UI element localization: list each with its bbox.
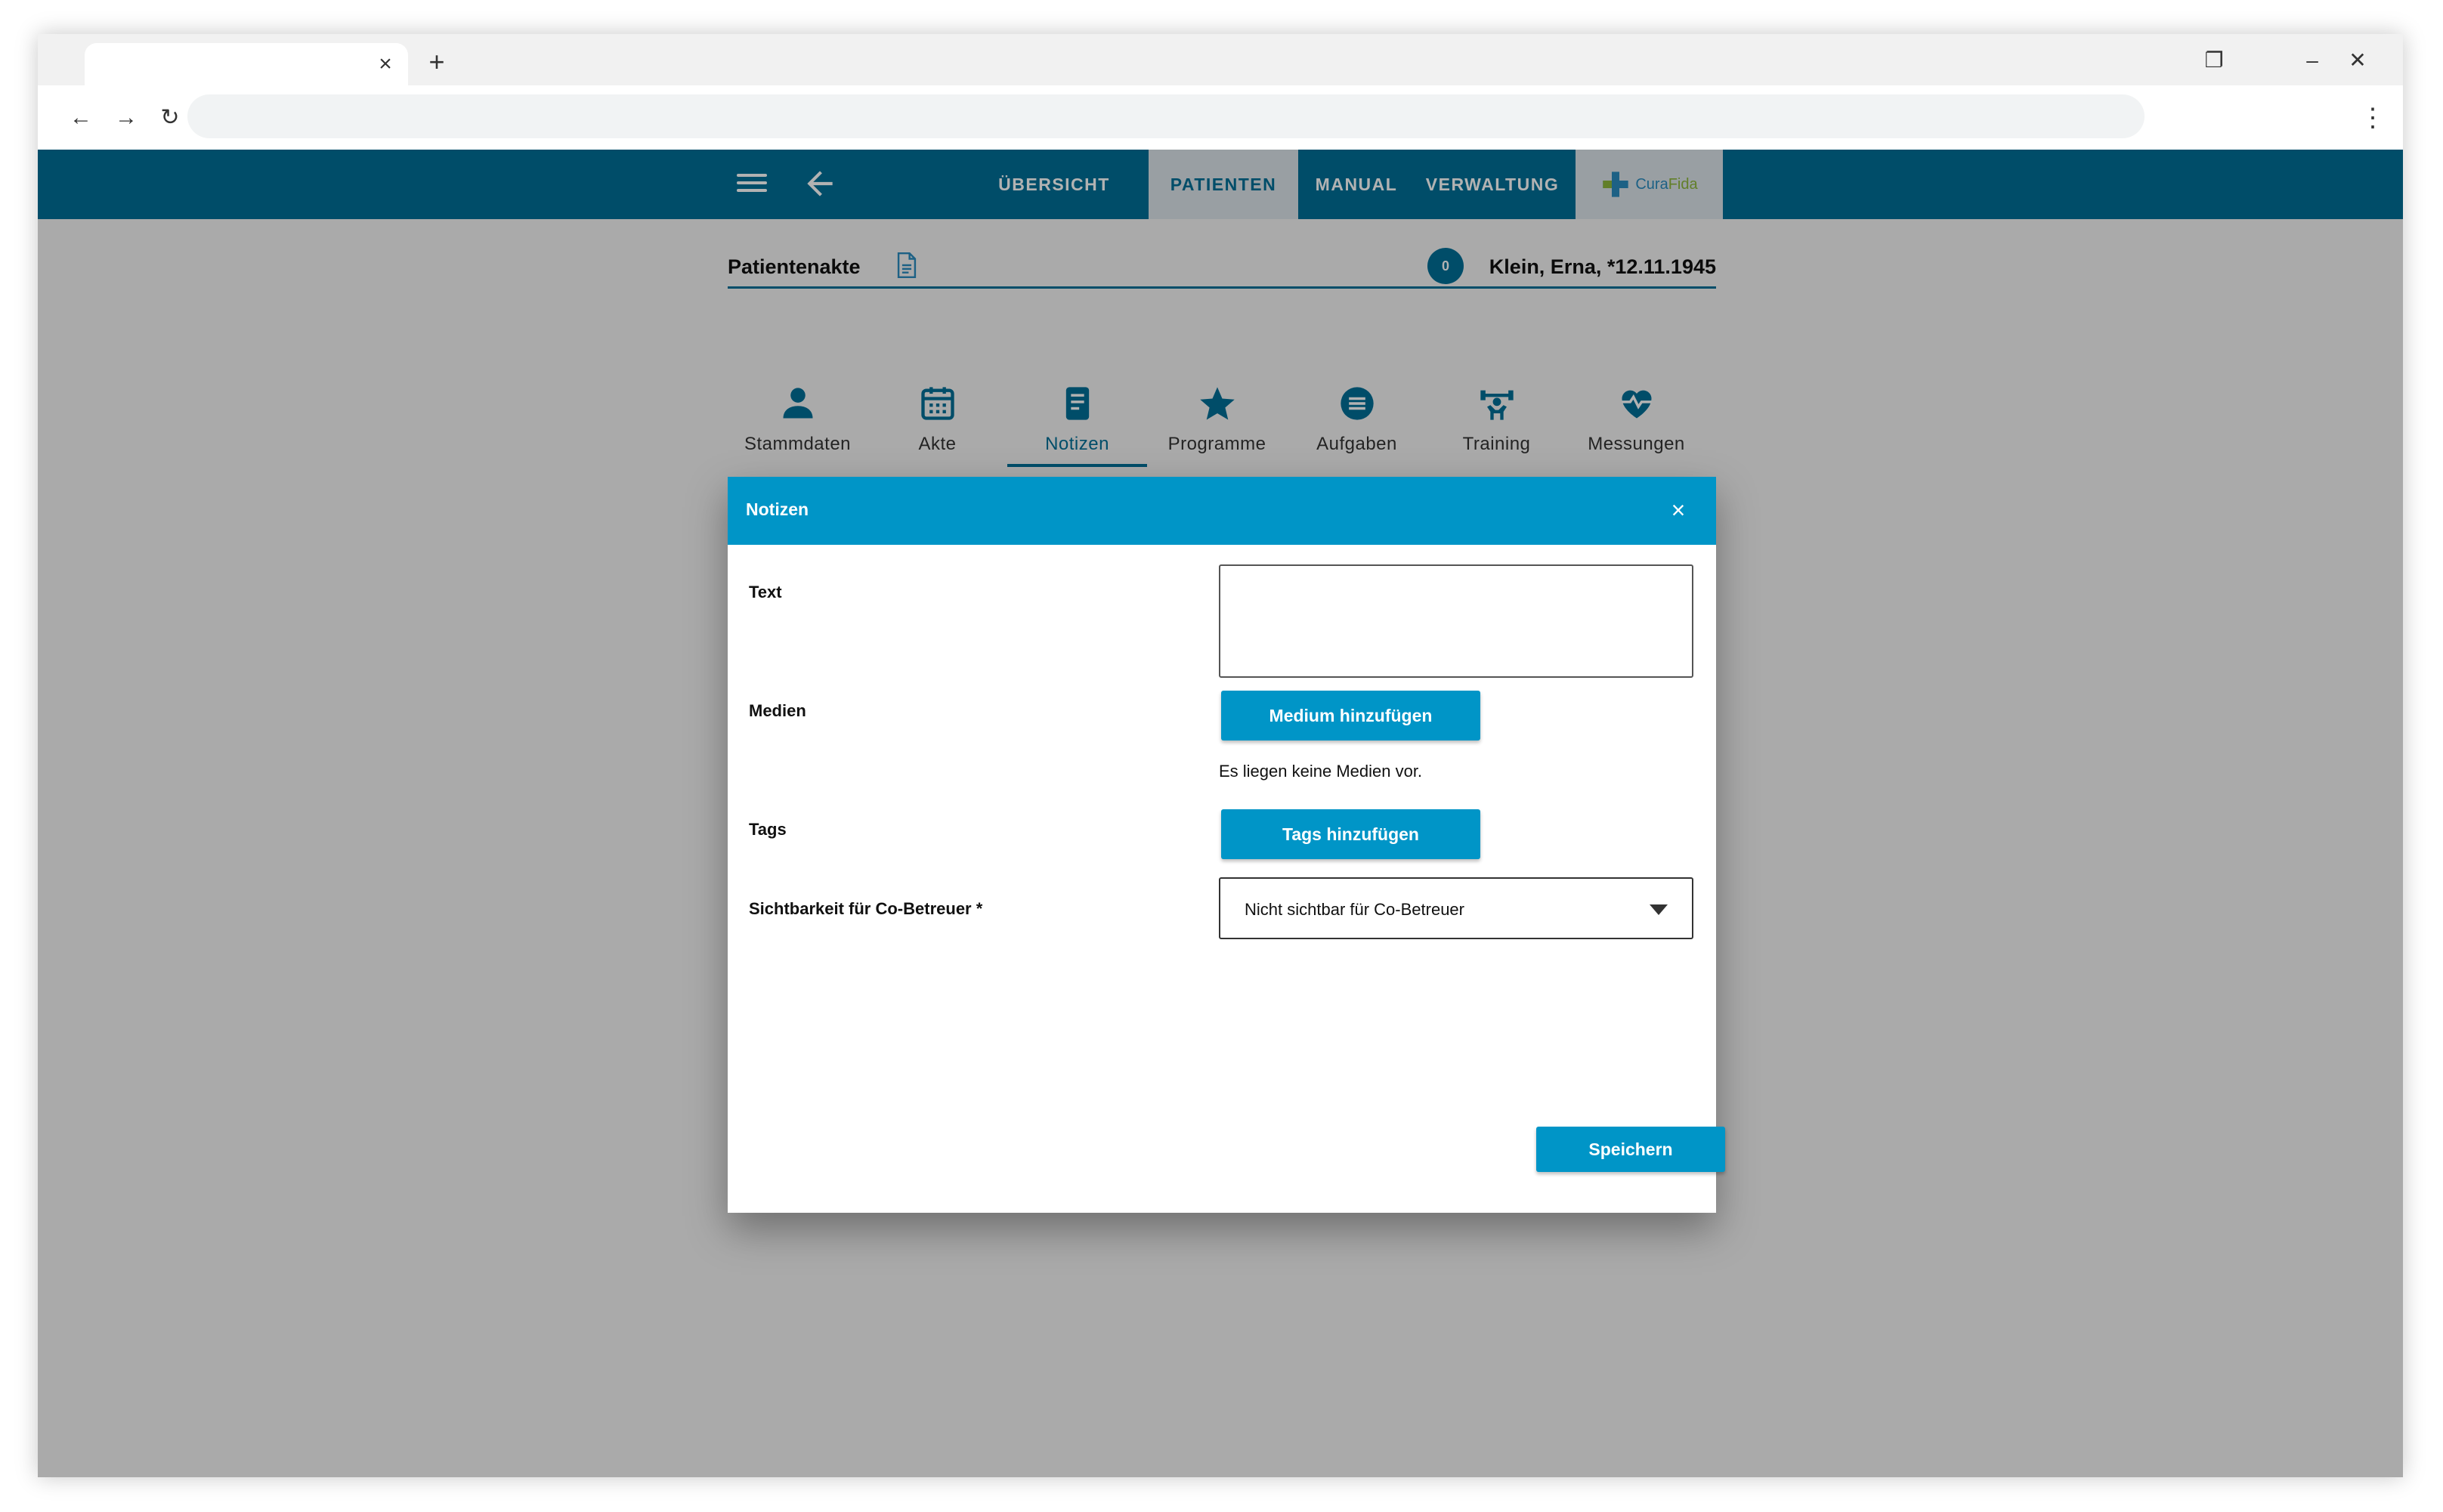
dialog-title: Notizen [746,499,809,519]
address-bar: ← → ↻ ⋮ [38,85,2403,150]
visibility-value: Nicht sichtbar für Co-Betreuer [1245,900,1464,919]
page: ÜBERSICHT PATIENTEN MANUAL VERWALTUNG Cu… [38,150,2403,1477]
add-tags-button[interactable]: Tags hinzufügen [1221,809,1480,859]
add-media-button[interactable]: Medium hinzufügen [1221,691,1480,741]
visibility-select[interactable]: Nicht sichtbar für Co-Betreuer [1219,877,1693,939]
reload-icon[interactable]: ↻ [150,97,190,138]
save-button[interactable]: Speichern [1536,1127,1725,1172]
browser-window: × + – ❐ ✕ ← → ↻ ⋮ ÜBERSICHT PATIENTEN MA… [38,34,2403,1477]
text-input[interactable] [1219,564,1693,678]
restore-icon[interactable]: ❐ [2191,42,2237,79]
media-label: Medien [749,701,806,720]
back-icon[interactable]: ← [60,97,101,138]
text-label: Text [749,583,782,601]
window-close-icon[interactable]: ✕ [2335,42,2380,79]
dialog-header: Notizen × [728,477,1716,545]
browser-menu-icon[interactable]: ⋮ [2358,97,2388,138]
notes-dialog: Notizen × Text Medien Medium hinzufügen … [728,477,1725,1213]
minimize-icon[interactable]: – [2290,42,2335,79]
visibility-label: Sichtbarkeit für Co-Betreuer * [749,899,983,918]
tab-strip: × + – ❐ ✕ [38,34,2403,85]
close-icon[interactable]: × [1663,495,1693,525]
new-tab-icon[interactable]: + [419,45,454,79]
forward-icon[interactable]: → [106,97,147,138]
no-media-note: Es liegen keine Medien vor. [1219,762,1423,781]
browser-tab[interactable]: × [85,43,408,85]
tab-close-icon[interactable]: × [370,49,400,79]
dropdown-arrow-icon [1650,904,1668,915]
url-input[interactable] [187,94,2145,138]
tags-label: Tags [749,820,787,839]
